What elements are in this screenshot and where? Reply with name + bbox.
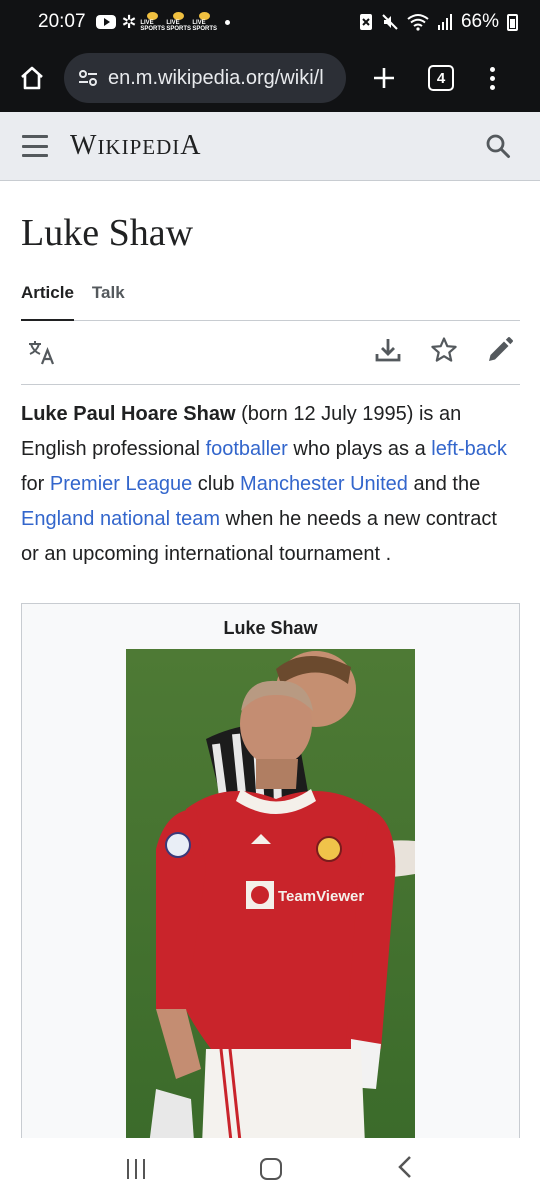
star-icon[interactable] <box>430 336 458 369</box>
system-navigation-bar <box>0 1138 540 1200</box>
edit-icon[interactable] <box>486 336 514 369</box>
article-content: Luke Shaw Article Talk Luke Paul Hoare S… <box>21 181 520 1163</box>
new-tab-icon[interactable] <box>366 60 402 96</box>
hamburger-icon[interactable] <box>22 135 48 157</box>
pinwheel-icon: ✲ <box>121 12 137 32</box>
page-title: Luke Shaw <box>21 212 194 254</box>
wikipedia-header: WIKIPEDIA <box>0 112 540 181</box>
page-actions-toolbar <box>21 321 520 385</box>
sports-app-icon: LIVE SPORTS <box>166 12 191 32</box>
infobox: Luke Shaw TeamViewer <box>21 603 520 1163</box>
namespace-tabs: Article Talk <box>21 281 520 321</box>
wikipedia-logo[interactable]: WIKIPEDIA <box>70 130 202 162</box>
link-left-back[interactable]: left-back <box>431 438 507 460</box>
back-icon[interactable] <box>397 1155 413 1184</box>
battery-percent: 66% <box>460 11 499 32</box>
tab-article[interactable]: Article <box>21 281 74 321</box>
link-manchester-united[interactable]: Manchester United <box>240 473 408 495</box>
download-icon[interactable] <box>374 336 402 369</box>
home-nav-icon[interactable] <box>259 1158 282 1180</box>
subject-name: Luke Paul Hoare Shaw <box>21 403 236 425</box>
battery-icon <box>507 13 518 31</box>
signal-icon <box>437 14 452 30</box>
lead-paragraph: Luke Paul Hoare Shaw (born 12 July 1995)… <box>21 403 507 565</box>
player-photo[interactable]: TeamViewer <box>126 649 415 1163</box>
tab-talk[interactable]: Talk <box>92 281 125 321</box>
search-icon[interactable] <box>482 130 514 162</box>
link-premier-league[interactable]: Premier League <box>50 473 192 495</box>
overflow-menu-icon[interactable] <box>482 60 502 96</box>
nfc-icon <box>359 14 372 30</box>
link-england-national-team[interactable]: England national team <box>21 508 220 530</box>
infobox-caption: Luke Shaw <box>223 618 318 638</box>
address-bar[interactable]: en.m.wikipedia.org/wiki/l <box>64 53 346 103</box>
sports-app-icon: LIVE SPORTS <box>140 12 165 32</box>
youtube-icon <box>95 15 116 29</box>
sports-app-icon: LIVE SPORTS <box>192 12 217 32</box>
home-icon[interactable] <box>12 58 52 98</box>
tab-switcher-icon[interactable]: 4 <box>428 65 454 91</box>
tab-count: 4 <box>436 69 446 87</box>
link-footballer[interactable]: footballer <box>206 438 288 460</box>
browser-toolbar: en.m.wikipedia.org/wiki/l 4 <box>0 44 540 112</box>
recents-icon[interactable] <box>127 1159 146 1179</box>
language-icon[interactable] <box>27 340 57 366</box>
status-time: 20:07 <box>38 11 86 32</box>
site-settings-icon[interactable] <box>78 69 98 87</box>
wifi-icon <box>407 14 429 31</box>
status-bar: 20:07 ✲ LIVE SPORTS LIVE SPORTS LIVE SPO… <box>0 0 540 44</box>
url-text: en.m.wikipedia.org/wiki/l <box>108 66 324 89</box>
notification-dot-icon <box>224 19 230 25</box>
sponsor-text: TeamViewer <box>278 888 364 905</box>
mute-icon <box>382 14 398 30</box>
